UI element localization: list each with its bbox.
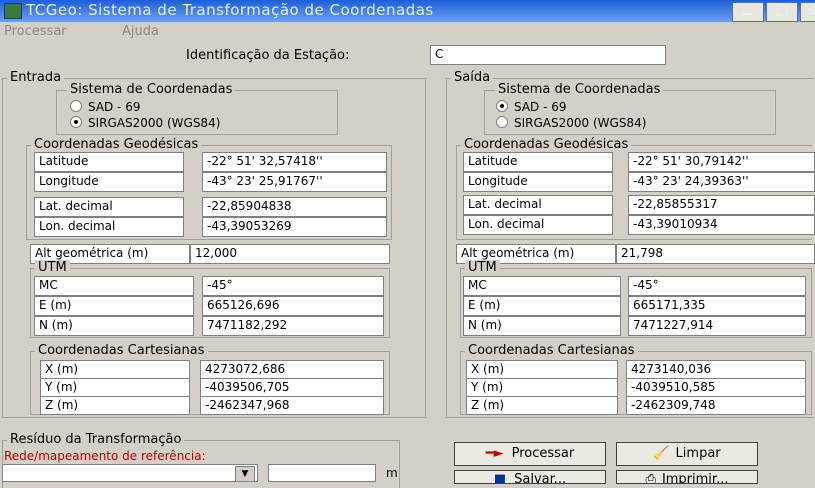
saida-latitude-input[interactable]: -22° 51' 30,79142'' xyxy=(628,152,815,172)
entrada-n-label: N (m) xyxy=(34,316,194,336)
entrada-longitude-input[interactable]: -43° 23' 25,91767'' xyxy=(202,172,387,192)
saida-sistema-title: Sistema de Coordenadas xyxy=(495,82,664,97)
entrada-title: Entrada xyxy=(7,70,65,85)
rede-select[interactable]: ▼ xyxy=(2,464,258,482)
saida-e-input[interactable]: 665171,335 xyxy=(628,296,806,316)
saida-e-label: E (m) xyxy=(463,296,621,316)
saida-latitude-label: Latitude xyxy=(463,152,613,172)
radio-off-icon xyxy=(496,116,508,128)
entrada-cartesianas-title: Coordenadas Cartesianas xyxy=(35,343,208,358)
saida-y-input[interactable]: -4039510,585 xyxy=(626,378,806,397)
identificacao-input[interactable]: C xyxy=(430,45,666,65)
entrada-e-input[interactable]: 665126,696 xyxy=(202,296,384,316)
saida-x-label: X (m) xyxy=(466,360,618,379)
entrada-mc-input[interactable]: -45° xyxy=(202,276,384,296)
entrada-radio-sirgas[interactable]: SIRGAS2000 (WGS84) xyxy=(70,116,220,130)
entrada-sistema-title: Sistema de Coordenadas xyxy=(67,82,236,97)
saida-x-input[interactable]: 4273140,036 xyxy=(626,360,806,379)
entrada-latitude-input[interactable]: -22° 51' 32,57418'' xyxy=(202,152,387,172)
entrada-e-label: E (m) xyxy=(34,296,194,316)
saida-londecimal-label: Lon. decimal xyxy=(463,215,613,235)
saida-z-input[interactable]: -2462309,748 xyxy=(626,396,806,415)
saida-geodesicas-title: Coordenadas Geodésicas xyxy=(461,137,632,152)
minimize-button[interactable]: ▁ xyxy=(732,1,764,22)
close-button[interactable]: ≤ xyxy=(800,2,815,22)
saida-longitude-label: Longitude xyxy=(463,172,613,192)
saida-alt-input[interactable]: 21,798 xyxy=(616,244,815,264)
saida-title: Saída xyxy=(451,70,494,85)
saida-latdecimal-label: Lat. decimal xyxy=(463,195,613,215)
entrada-z-input[interactable]: -2462347,968 xyxy=(200,396,384,415)
saida-longitude-input[interactable]: -43° 23' 24,39363'' xyxy=(628,172,815,192)
entrada-z-label: Z (m) xyxy=(40,396,190,415)
radio-on-icon xyxy=(496,100,508,112)
entrada-x-label: X (m) xyxy=(40,360,190,379)
saida-radio-sirgas[interactable]: SIRGAS2000 (WGS84) xyxy=(496,116,646,130)
rede-label: Rede/mapeamento de referência: xyxy=(4,449,206,463)
saida-mc-label: MC xyxy=(463,276,621,296)
entrada-latdecimal-label: Lat. decimal xyxy=(34,197,184,217)
residuo-input[interactable] xyxy=(268,464,376,482)
saida-utm-title: UTM xyxy=(465,260,500,275)
entrada-londecimal-input[interactable]: -43,39053269 xyxy=(202,217,387,237)
printer-icon: ⎙ xyxy=(645,472,656,484)
radio-off-icon xyxy=(70,100,82,112)
radio-on-icon xyxy=(70,116,82,128)
entrada-longitude-label: Longitude xyxy=(34,172,184,192)
saida-mc-input[interactable]: -45° xyxy=(628,276,806,296)
saida-n-input[interactable]: 7471227,914 xyxy=(628,316,806,336)
menu-processar[interactable]: Processar xyxy=(4,24,67,39)
saida-latdecimal-input[interactable]: -22,85855317 xyxy=(628,195,815,215)
title-bar: TCGeo: Sistema de Transformação de Coord… xyxy=(0,0,815,22)
processar-button[interactable]: ━► Processar xyxy=(454,442,606,466)
saida-n-label: N (m) xyxy=(463,316,621,336)
saida-radio-sad69[interactable]: SAD - 69 xyxy=(496,100,567,114)
entrada-alt-input[interactable]: 12,000 xyxy=(190,244,390,264)
arrow-right-icon: ━► xyxy=(485,446,504,461)
entrada-utm-title: UTM xyxy=(35,260,70,275)
residuo-title: Resíduo da Transformação xyxy=(7,432,185,447)
saida-z-label: Z (m) xyxy=(466,396,618,415)
limpar-button[interactable]: 🧹 Limpar xyxy=(616,442,758,466)
chevron-down-icon[interactable]: ▼ xyxy=(235,466,255,481)
entrada-mc-label: MC xyxy=(34,276,194,296)
broom-icon: 🧹 xyxy=(653,446,670,461)
entrada-geodesicas-title: Coordenadas Geodésicas xyxy=(31,137,202,152)
maximize-button[interactable]: □ xyxy=(766,2,798,22)
saida-cartesianas-title: Coordenadas Cartesianas xyxy=(465,343,638,358)
residuo-unit: m xyxy=(386,466,398,480)
entrada-radio-sad69[interactable]: SAD - 69 xyxy=(70,100,141,114)
window-title: TCGeo: Sistema de Transformação de Coord… xyxy=(26,1,434,19)
entrada-latdecimal-input[interactable]: -22,85904838 xyxy=(202,197,387,217)
entrada-latitude-label: Latitude xyxy=(34,152,184,172)
app-icon xyxy=(4,3,22,19)
entrada-y-input[interactable]: -4039506,705 xyxy=(200,378,384,397)
entrada-n-input[interactable]: 7471182,292 xyxy=(202,316,384,336)
floppy-disk-icon: ■ xyxy=(493,472,507,484)
identificacao-label: Identificação da Estação: xyxy=(186,48,350,63)
menu-bar: Processar Ajuda xyxy=(0,22,815,42)
saida-y-label: Y (m) xyxy=(466,378,618,397)
entrada-y-label: Y (m) xyxy=(40,378,190,397)
entrada-londecimal-label: Lon. decimal xyxy=(34,217,184,237)
saida-londecimal-input[interactable]: -43,39010934 xyxy=(628,215,815,235)
entrada-x-input[interactable]: 4273072,686 xyxy=(200,360,384,379)
menu-ajuda[interactable]: Ajuda xyxy=(122,24,159,39)
